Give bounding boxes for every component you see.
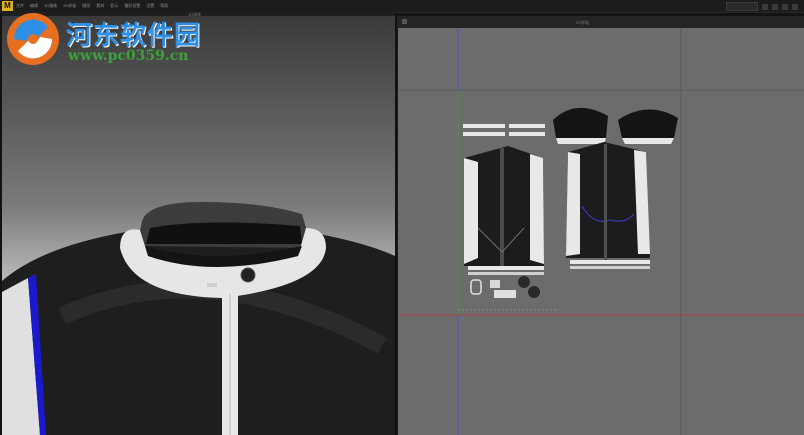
close-icon[interactable] [792, 3, 798, 10]
small-parts-patterns[interactable] [470, 276, 540, 298]
minimize-icon[interactable] [772, 3, 778, 10]
pattern-editor-2d[interactable] [397, 28, 804, 435]
notification-icon[interactable] [762, 3, 768, 10]
app-logo: M [2, 1, 13, 11]
panel-2d-header[interactable] [397, 16, 804, 28]
watermark-url: www.pc0359.cn [68, 48, 189, 64]
menu-preferences[interactable]: 偏好设置 [124, 0, 140, 12]
menu-2d-pattern[interactable]: 2D样板 [63, 0, 76, 12]
menu-help[interactable]: 帮助 [160, 0, 168, 12]
menu-sewing[interactable]: 缝纫 [82, 0, 90, 12]
menu-display[interactable]: 显示 [110, 0, 118, 12]
watermark-title: 河东软件园 [66, 21, 202, 51]
panel-2d-label: 2D样板 [576, 20, 590, 25]
menu-settings[interactable]: 设置 [146, 0, 154, 12]
window-tools [726, 2, 798, 11]
maximize-icon[interactable] [782, 3, 788, 10]
collar-patterns[interactable] [553, 107, 678, 144]
pattern-canvas [398, 28, 804, 435]
panel-2d-menu-icon[interactable] [402, 19, 407, 24]
watermark-logo-icon [7, 13, 59, 65]
front-panel-pattern[interactable] [464, 146, 544, 275]
collar-strip-patterns[interactable] [463, 124, 545, 136]
back-panel-pattern[interactable] [566, 142, 650, 269]
garment-3d-render [2, 202, 395, 435]
viewport-3d[interactable] [2, 16, 395, 435]
menu-materials[interactable]: 素材 [96, 0, 104, 12]
account-field[interactable] [726, 2, 758, 11]
